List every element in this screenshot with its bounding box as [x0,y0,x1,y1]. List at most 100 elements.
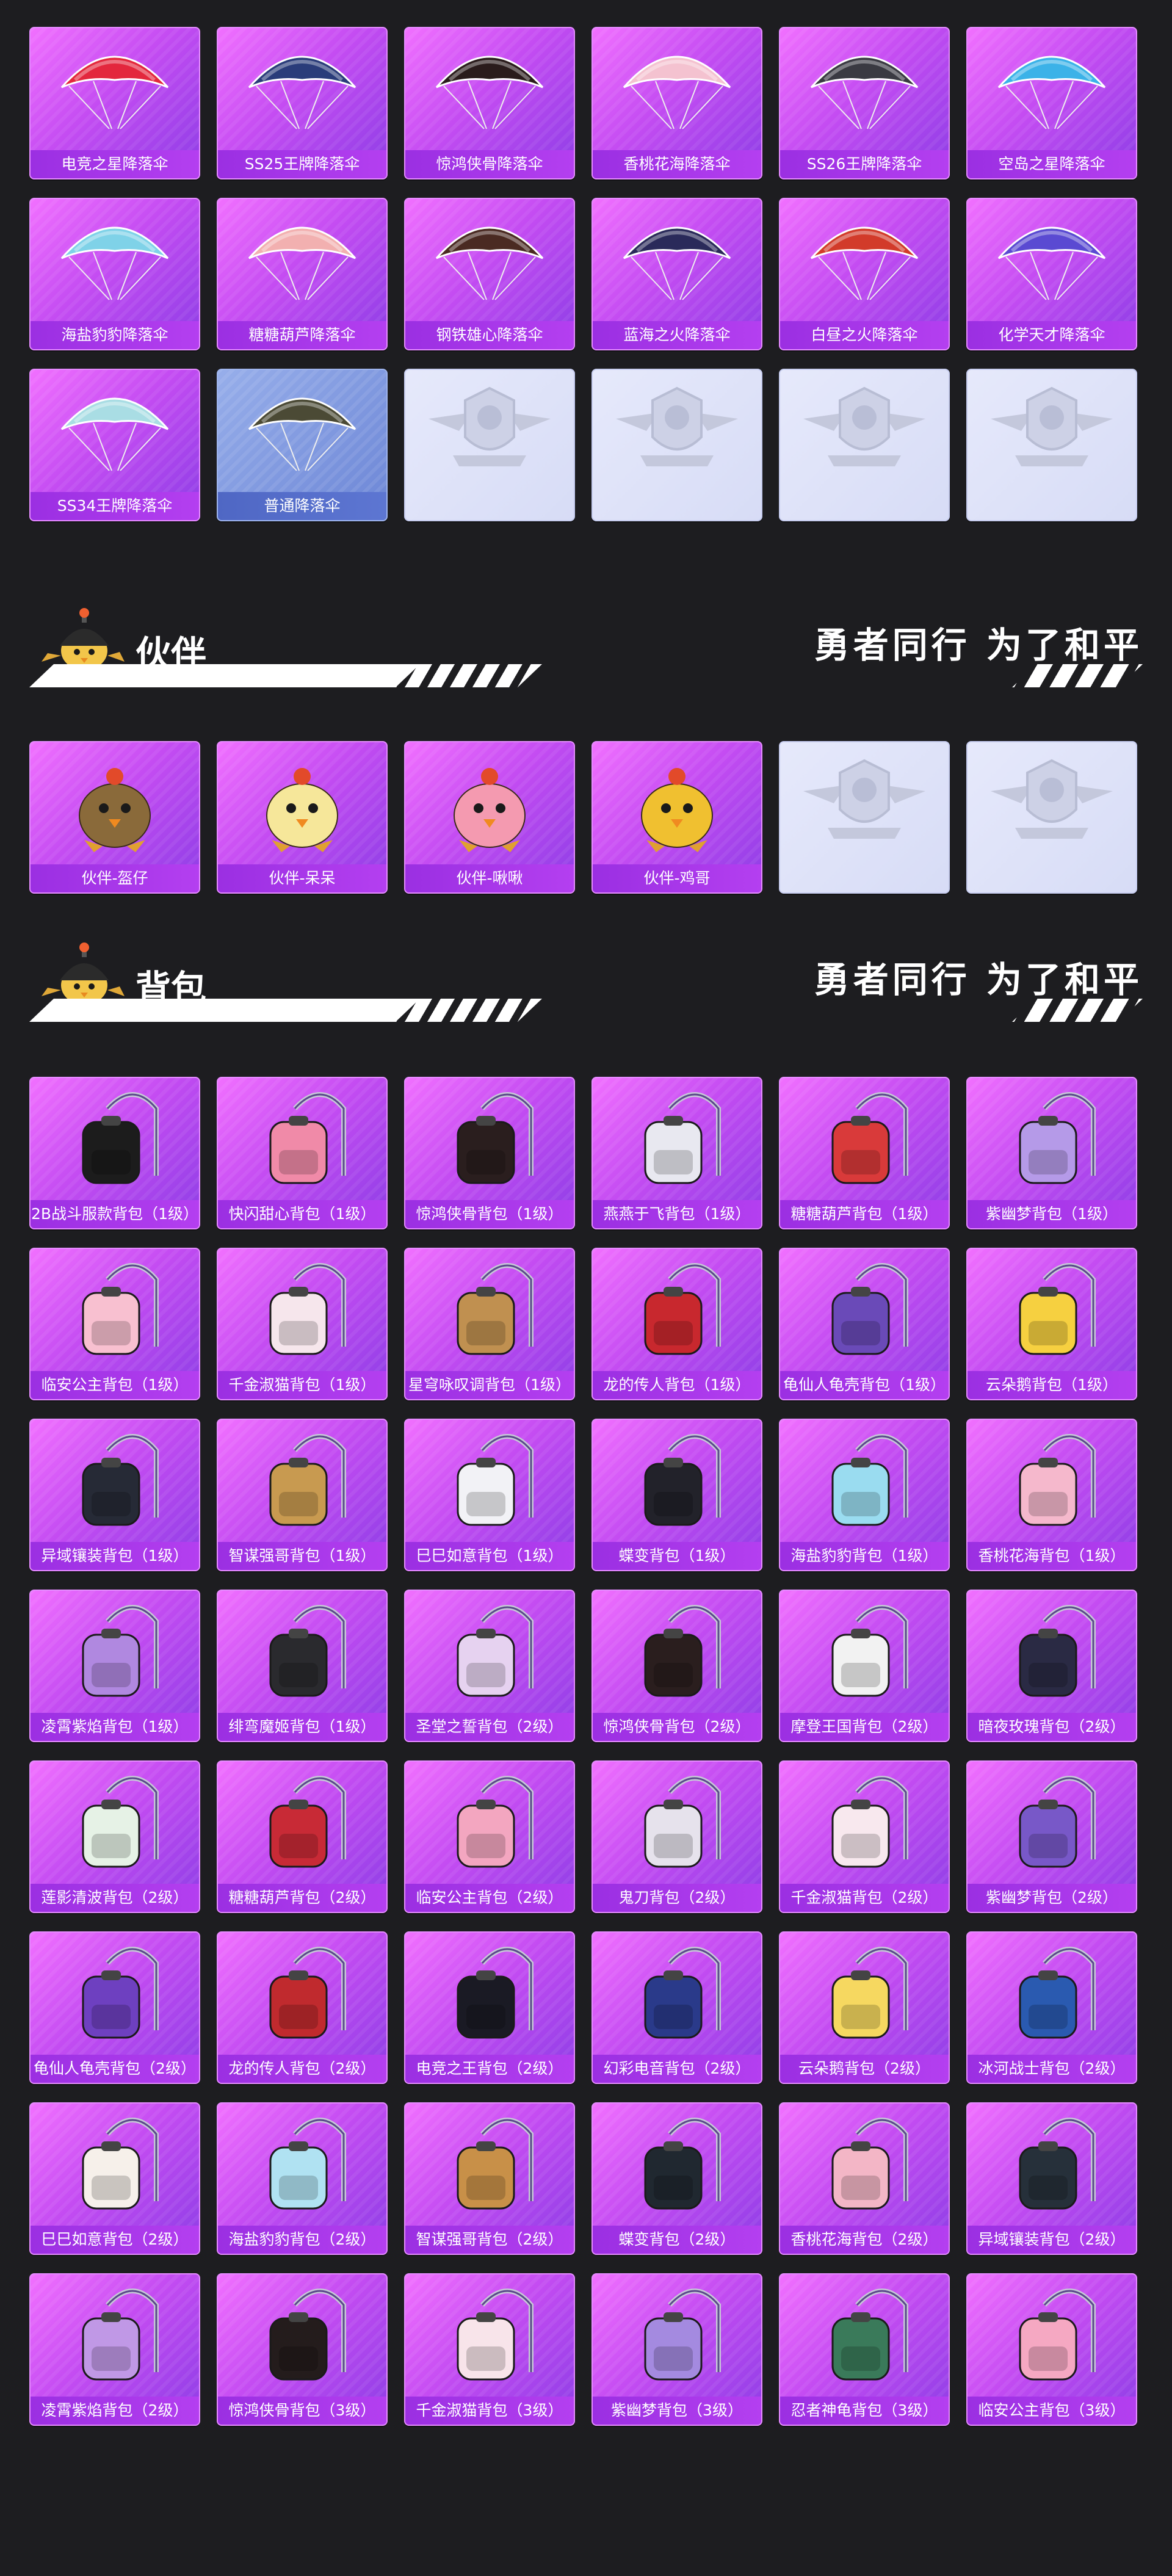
backpack-card[interactable]: 惊鸿侠骨背包（3级） [217,2273,388,2426]
backpack-card[interactable]: 惊鸿侠骨背包（1级） [404,1077,575,1229]
backpack-card[interactable]: 紫幽梦背包（3级） [591,2273,762,2426]
backpack-card[interactable]: 香桃花海背包（1级） [966,1419,1137,1571]
parachute-card[interactable]: 钢铁雄心降落伞 [404,198,575,350]
backpack-card[interactable]: 巳巳如意背包（1级） [404,1419,575,1571]
companion-section-header: 伙伴 勇者同行 为了和平 [29,603,1143,689]
backpack-card[interactable]: 智谋强哥背包（1级） [217,1419,388,1571]
backpack-card[interactable]: 星穹咏叹调背包（1级） [404,1248,575,1400]
parachute-card[interactable]: SS26王牌降落伞 [779,27,950,179]
parachute-card[interactable]: 空岛之星降落伞 [966,27,1137,179]
backpack-card[interactable]: 紫幽梦背包（1级） [966,1077,1137,1229]
backpack-icon [405,1933,574,2055]
companion-helmet-chick-icon [31,742,199,864]
backpack-icon [31,1249,199,1371]
backpack-card[interactable]: 龙的传人背包（1级） [591,1248,762,1400]
backpack-card[interactable]: 凌霄紫焰背包（1级） [29,1590,200,1742]
item-label: 伙伴-呆呆 [218,864,386,892]
backpack-card[interactable]: 临安公主背包（2级） [404,1760,575,1913]
backpack-card[interactable]: 巳巳如意背包（2级） [29,2102,200,2255]
empty-slot-card[interactable] [966,369,1137,521]
item-label: 电竞之王背包（2级） [405,2055,574,2083]
parachute-card[interactable]: 香桃花海降落伞 [591,27,762,179]
backpack-card[interactable]: 暗夜玫瑰背包（2级） [966,1590,1137,1742]
backpack-card[interactable]: 冰河战士背包（2级） [966,1931,1137,2084]
companion-card[interactable]: 伙伴-呆呆 [217,741,388,894]
item-label: 香桃花海背包（2级） [780,2226,949,2254]
empty-slot-card[interactable] [404,369,575,521]
backpack-card[interactable]: 云朵鹅背包（2级） [779,1931,950,2084]
backpack-card[interactable]: 海盐豹豹背包（2级） [217,2102,388,2255]
backpack-card[interactable]: 异域镶装背包（1级） [29,1419,200,1571]
parachute-card[interactable]: 化学天才降落伞 [966,198,1137,350]
backpack-card[interactable]: 幻彩电音背包（2级） [591,1931,762,2084]
item-label: 巳巳如意背包（2级） [31,2226,199,2254]
backpack-card[interactable]: 鬼刀背包（2级） [591,1760,762,1913]
item-label: 星穹咏叹调背包（1级） [405,1371,574,1399]
parachute-card[interactable]: SS34王牌降落伞 [29,369,200,521]
backpack-card[interactable]: 电竞之王背包（2级） [404,1931,575,2084]
empty-slot-card[interactable] [779,369,950,521]
item-label: 鬼刀背包（2级） [593,1884,761,1912]
empty-slot-card[interactable] [779,741,950,894]
item-label: SS34王牌降落伞 [31,492,199,520]
parachute-icon [218,28,386,150]
backpack-icon [218,1933,386,2055]
item-label: 凌霄紫焰背包（2级） [31,2397,199,2425]
backpack-card[interactable]: 香桃花海背包（2级） [779,2102,950,2255]
item-label: 蝶变背包（1级） [593,1542,761,1570]
backpack-icon [405,1420,574,1542]
backpack-card[interactable]: 千金淑猫背包（3级） [404,2273,575,2426]
parachute-card[interactable]: 普通降落伞 [217,369,388,521]
backpack-card[interactable]: 2B战斗服款背包（1级） [29,1077,200,1229]
backpack-card[interactable]: 燕燕于飞背包（1级） [591,1077,762,1229]
companion-chick-icon [218,742,386,864]
item-label: 蝶变背包（2级） [593,2226,761,2254]
backpack-card[interactable]: 蝶变背包（2级） [591,2102,762,2255]
backpack-card[interactable]: 凌霄紫焰背包（2级） [29,2273,200,2426]
backpack-card[interactable]: 紫幽梦背包（2级） [966,1760,1137,1913]
item-label: 惊鸿侠骨背包（2级） [593,1713,761,1741]
companion-card[interactable]: 伙伴-盔仔 [29,741,200,894]
backpack-card[interactable]: 绯弯魔姬背包（1级） [217,1590,388,1742]
item-label: SS26王牌降落伞 [780,150,949,178]
backpack-icon [405,1249,574,1371]
backpack-card[interactable]: 龟仙人龟壳背包（2级） [29,1931,200,2084]
backpack-card[interactable]: 临安公主背包（1级） [29,1248,200,1400]
backpack-card[interactable]: 云朵鹅背包（1级） [966,1248,1137,1400]
backpack-card[interactable]: 圣堂之誓背包（2级） [404,1590,575,1742]
parachute-card[interactable]: 电竞之星降落伞 [29,27,200,179]
backpack-card[interactable]: 异域镶装背包（2级） [966,2102,1137,2255]
backpack-card[interactable]: 龙的传人背包（2级） [217,1931,388,2084]
backpack-card[interactable]: 忍者神龟背包（3级） [779,2273,950,2426]
backpack-card[interactable]: 快闪甜心背包（1级） [217,1077,388,1229]
empty-slot-card[interactable] [966,741,1137,894]
empty-slot-card[interactable] [591,369,762,521]
title-underline-stripes [396,999,542,1022]
backpack-icon [31,2274,199,2397]
backpack-card[interactable]: 千金淑猫背包（1级） [217,1248,388,1400]
backpack-card[interactable]: 惊鸿侠骨背包（2级） [591,1590,762,1742]
backpack-card[interactable]: 糖糖葫芦背包（2级） [217,1760,388,1913]
backpack-card[interactable]: 海盐豹豹背包（1级） [779,1419,950,1571]
backpack-icon [405,1078,574,1200]
backpack-card[interactable]: 摩登王国背包（2级） [779,1590,950,1742]
parachute-card[interactable]: 惊鸿侠骨降落伞 [404,27,575,179]
parachute-card[interactable]: SS25王牌降落伞 [217,27,388,179]
backpack-icon [780,1762,949,1884]
backpack-card[interactable]: 智谋强哥背包（2级） [404,2102,575,2255]
parachute-card[interactable]: 糖糖葫芦降落伞 [217,198,388,350]
backpack-card[interactable]: 临安公主背包（3级） [966,2273,1137,2426]
parachute-icon [593,28,761,150]
parachute-card[interactable]: 海盐豹豹降落伞 [29,198,200,350]
parachute-card[interactable]: 白昼之火降落伞 [779,198,950,350]
backpack-card[interactable]: 糖糖葫芦背包（1级） [779,1077,950,1229]
companion-card[interactable]: 伙伴-啾啾 [404,741,575,894]
item-label: 化学天才降落伞 [968,321,1136,349]
companion-card[interactable]: 伙伴-鸡哥 [591,741,762,894]
backpack-card[interactable]: 莲影清波背包（2级） [29,1760,200,1913]
parachute-icon [968,199,1136,321]
backpack-card[interactable]: 千金淑猫背包（2级） [779,1760,950,1913]
backpack-card[interactable]: 蝶变背包（1级） [591,1419,762,1571]
backpack-card[interactable]: 龟仙人龟壳背包（1级） [779,1248,950,1400]
parachute-card[interactable]: 蓝海之火降落伞 [591,198,762,350]
